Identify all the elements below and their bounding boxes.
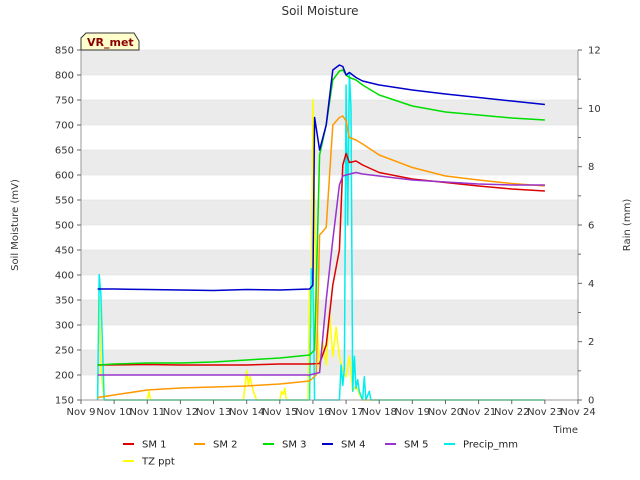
legend: SM 1 SM 2 SM 3 SM 4 SM 5 Precip_mm TZ ppt [123,440,518,468]
y-tick-label: 800 [55,71,74,82]
y2-axis-title: Rain (mm) [622,199,633,252]
legend-label-sm-2: SM 2 [213,440,238,451]
x-tick-label: Nov 21 [461,407,496,418]
legend-label-sm-1: SM 1 [142,440,167,451]
y-tick-label: 400 [55,271,74,282]
legend-label-sm-4: SM 4 [341,440,366,451]
x-tick-label: Nov 14 [229,407,264,418]
y-tick-label: 350 [55,296,74,307]
y2-tick-label: 4 [588,279,594,290]
y-axis-title: Soil Moisture (mV) [10,179,21,271]
x-tick-label: Nov 13 [196,407,231,418]
y-tick-label: 450 [55,246,74,257]
soil-moisture-chart: 150 200 250 300 350 400 450 500 550 600 650 700 750 8… [10,4,633,468]
x-tick-label: Nov 11 [130,407,165,418]
legend-label-tz-ppt: TZ ppt [141,457,175,468]
x-tick-label: Nov 10 [96,407,131,418]
y2-tick-label: 8 [588,162,594,173]
legend-label-precip-mm: Precip_mm [463,440,518,451]
y-tick-label: 700 [55,121,74,132]
x-tick-label: Nov 16 [295,407,330,418]
y-tick-label: 150 [55,396,74,407]
x-tick-label: Nov 22 [494,407,529,418]
x-tick-label: Nov 18 [361,407,396,418]
grid-band [81,200,578,225]
y-tick-label: 200 [55,371,74,382]
x-tick-label: Nov 20 [428,407,463,418]
station-tag: VR_met [80,32,140,51]
y2-tick-label: 0 [588,396,594,407]
x-tick-label: Nov 15 [262,407,297,418]
chart-title: Soil Moisture [281,4,358,18]
station-tag-label: VR_met [87,36,134,49]
x-tick-label: Nov 17 [328,407,363,418]
grid-band [81,50,578,75]
y2-tick-label: 12 [588,46,601,57]
x-axis-title: Time [553,425,578,436]
x-tick-label: Nov 19 [395,407,430,418]
chart-root: 150 200 250 300 350 400 450 500 550 600 650 700 750 8… [0,0,640,480]
y-tick-label: 750 [55,96,74,107]
y-tick-label: 650 [55,146,74,157]
y-tick-label: 250 [55,346,74,357]
y2-tick-label: 2 [588,337,594,348]
y-tick-label: 500 [55,221,74,232]
legend-label-sm-5: SM 5 [404,440,429,451]
y-tick-label: 300 [55,321,74,332]
y-tick-label: 550 [55,196,74,207]
y2-tick-label: 10 [588,104,601,115]
y-tick-label: 600 [55,171,74,182]
x-tick-label: Nov 12 [163,407,198,418]
x-tick-label: Nov 9 [66,407,95,418]
legend-label-sm-3: SM 3 [282,440,307,451]
x-tick-label: Nov 23 [527,407,562,418]
y2-tick-label: 6 [588,221,594,232]
y-tick-label: 850 [55,46,74,57]
x-tick-label: Nov 24 [560,407,595,418]
